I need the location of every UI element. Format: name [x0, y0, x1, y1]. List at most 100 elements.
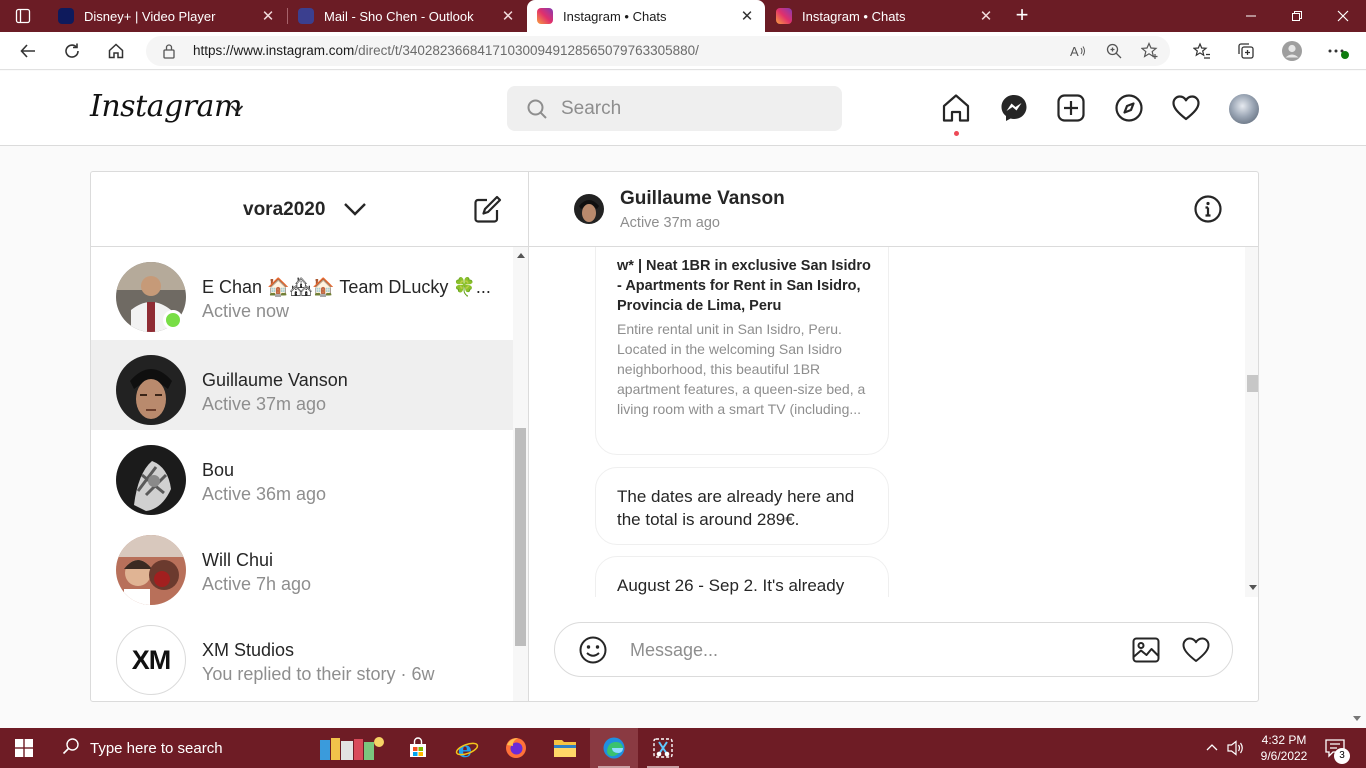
tab-close-icon[interactable]: ✕	[260, 7, 276, 25]
clock-time: 4:32 PM	[1261, 733, 1307, 747]
inbox-panel: vora2020 E Chan 🏠🏘🏠 Team DLucky 🍀... Act…	[91, 172, 529, 701]
tab-instagram-active[interactable]: Instagram • Chats ✕	[527, 0, 765, 32]
restore-button[interactable]	[1274, 0, 1320, 32]
tab-disney[interactable]: Disney+ | Video Player ✕	[48, 0, 286, 32]
tab-title: Instagram • Chats	[802, 8, 906, 24]
avatar	[116, 445, 186, 515]
instagram-logo[interactable]: Instagram	[90, 89, 242, 124]
avatar	[116, 535, 186, 605]
taskbar-search[interactable]: Type here to search	[48, 728, 392, 768]
info-icon[interactable]	[1193, 194, 1223, 224]
message-text: The dates are already here and the total…	[617, 487, 855, 529]
profile-icon[interactable]	[1278, 37, 1306, 65]
message-bubble[interactable]: The dates are already here and the total…	[595, 467, 889, 545]
emoji-icon[interactable]	[578, 635, 608, 665]
tab-actions-icon[interactable]	[8, 4, 38, 28]
scroll-up-arrow-icon[interactable]	[517, 253, 525, 258]
xm-logo: XM	[131, 644, 171, 675]
firefox-icon[interactable]	[492, 728, 540, 768]
read-aloud-icon[interactable]: A	[1064, 37, 1092, 65]
tab-close-icon[interactable]: ✕	[500, 7, 516, 25]
internet-explorer-icon[interactable]: e	[443, 728, 491, 768]
account-switcher[interactable]: vora2020	[243, 199, 325, 221]
home-button[interactable]	[102, 37, 130, 65]
outlook-icon	[298, 8, 314, 24]
activity-heart-icon[interactable]	[1171, 93, 1201, 123]
messenger-icon[interactable]	[999, 93, 1029, 123]
thread-name: Will Chui	[202, 550, 274, 570]
avatar[interactable]	[574, 194, 604, 224]
back-button[interactable]	[14, 37, 42, 65]
link-preview-title: w* | Neat 1BR in exclusive San Isidro - …	[617, 258, 871, 314]
message-text: August 26 - Sep 2. It's already	[617, 576, 845, 595]
message-input[interactable]	[630, 637, 1110, 663]
contact-name[interactable]: Guillaume Vanson	[620, 188, 785, 210]
new-tab-button[interactable]: +	[1010, 4, 1034, 28]
chevron-up-icon[interactable]	[1202, 728, 1222, 768]
thread-item-selected[interactable]: Guillaume Vanson Active 37m ago	[91, 340, 513, 430]
volume-icon[interactable]	[1226, 728, 1246, 768]
search-box[interactable]	[507, 86, 842, 131]
address-bar[interactable]: https://www.instagram.com/direct/t/34028…	[146, 36, 1170, 66]
zoom-icon[interactable]	[1100, 37, 1128, 65]
thread-item[interactable]: XM XM Studios You replied to their story…	[91, 610, 513, 700]
link-preview-description: Entire rental unit in San Isidro, Peru. …	[617, 321, 866, 417]
inbox-header: vora2020	[91, 172, 528, 247]
thread-item[interactable]: Will Chui Active 7h ago	[91, 520, 513, 610]
microsoft-store-icon[interactable]	[394, 728, 442, 768]
favorites-icon[interactable]	[1188, 37, 1216, 65]
thread-item[interactable]: E Chan 🏠🏘🏠 Team DLucky 🍀... Active now	[91, 247, 513, 337]
thread-name: E Chan 🏠🏘🏠 Team DLucky 🍀...	[202, 277, 491, 297]
thread-list: E Chan 🏠🏘🏠 Team DLucky 🍀... Active now G…	[91, 247, 513, 701]
link-preview-card[interactable]: w* | Neat 1BR in exclusive San Isidro - …	[595, 247, 889, 455]
minimize-button[interactable]	[1228, 0, 1274, 32]
chevron-down-icon[interactable]	[343, 200, 367, 223]
search-input[interactable]	[561, 96, 821, 122]
edge-icon[interactable]	[590, 728, 638, 768]
thread-name: Guillaume Vanson	[202, 370, 348, 390]
heart-icon[interactable]	[1181, 635, 1211, 665]
scroll-down-arrow-icon[interactable]	[1249, 585, 1257, 590]
tab-close-icon[interactable]: ✕	[978, 7, 994, 25]
lock-icon[interactable]	[162, 43, 176, 64]
refresh-button[interactable]	[58, 37, 86, 65]
explore-icon[interactable]	[1114, 93, 1144, 123]
add-favorite-icon[interactable]	[1136, 37, 1164, 65]
url-path: /direct/t/340282366841710300949128565079…	[354, 43, 699, 58]
page-scroll-down-arrow-icon[interactable]	[1353, 716, 1361, 721]
new-post-icon[interactable]	[1056, 93, 1086, 123]
instagram-favicon-icon	[537, 8, 553, 24]
inbox-scrollbar[interactable]	[513, 247, 528, 701]
tab-instagram[interactable]: Instagram • Chats ✕	[766, 0, 1004, 32]
thread-item[interactable]: Bou Active 36m ago	[91, 430, 513, 520]
online-indicator	[163, 310, 183, 330]
scrollbar-thumb[interactable]	[1247, 375, 1258, 392]
profile-avatar[interactable]	[1229, 94, 1259, 124]
compose-message-icon[interactable]	[473, 194, 503, 224]
windows-start-button[interactable]	[0, 728, 48, 768]
conversation-scrollbar[interactable]	[1245, 247, 1258, 597]
close-window-button[interactable]	[1320, 0, 1366, 32]
image-upload-icon[interactable]	[1131, 635, 1161, 665]
chevron-down-icon[interactable]	[230, 101, 244, 119]
settings-more-icon[interactable]	[1324, 37, 1352, 65]
collections-icon[interactable]	[1232, 37, 1260, 65]
taskbar-search-text: Type here to search	[90, 739, 223, 757]
snipping-tool-icon[interactable]	[639, 728, 687, 768]
file-explorer-icon[interactable]	[541, 728, 589, 768]
svg-text:e: e	[458, 737, 472, 760]
thread-status: Active 36m ago	[202, 484, 327, 504]
tab-outlook[interactable]: Mail - Sho Chen - Outlook ✕	[288, 0, 526, 32]
taskbar-clock[interactable]: 4:32 PM 9/6/2022	[1252, 732, 1316, 764]
windows-taskbar: Type here to search e 4:32 PM 9/6/2022 3	[0, 728, 1366, 768]
svg-text:A: A	[1070, 44, 1079, 59]
scrollbar-thumb[interactable]	[515, 428, 526, 646]
message-bubble[interactable]: August 26 - Sep 2. It's already	[595, 556, 889, 597]
tab-close-icon[interactable]: ✕	[739, 7, 755, 25]
disney-plus-icon	[58, 8, 74, 24]
thread-name: XM Studios	[202, 640, 295, 660]
home-nav-icon[interactable]	[941, 93, 971, 123]
direct-messages-panel: vora2020 E Chan 🏠🏘🏠 Team DLucky 🍀... Act…	[90, 171, 1259, 702]
url-text[interactable]: https://www.instagram.com/direct/t/34028…	[193, 43, 699, 58]
search-highlights-books-icon[interactable]	[316, 732, 388, 768]
